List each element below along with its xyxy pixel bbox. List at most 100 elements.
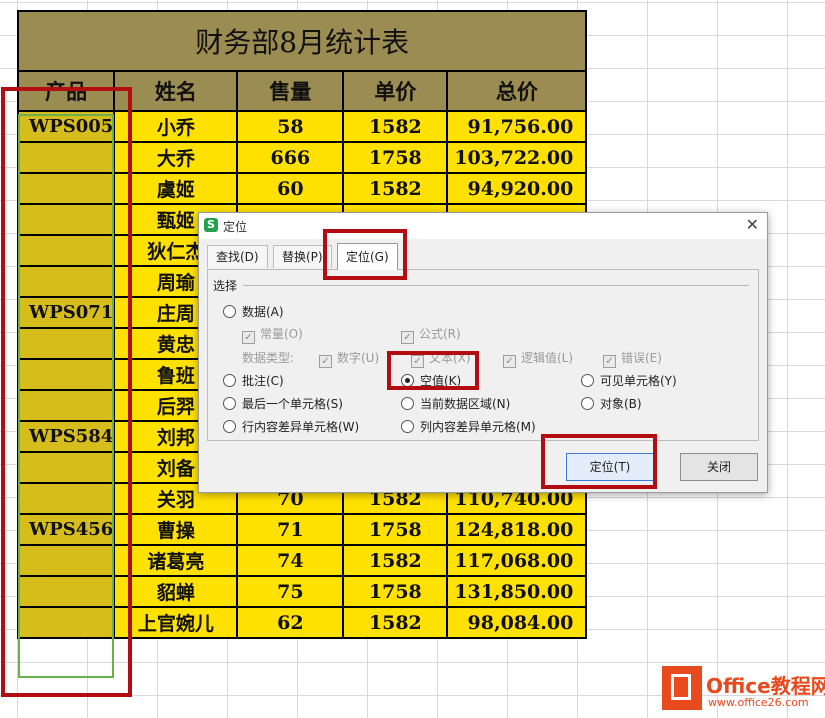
total-cell[interactable]: 91,756.00 bbox=[446, 110, 588, 143]
checkbox-icon: ✓ bbox=[503, 355, 516, 368]
tab-find[interactable]: 查找(D) bbox=[207, 245, 268, 268]
qty-cell[interactable]: 71 bbox=[236, 513, 345, 546]
price-cell[interactable]: 1758 bbox=[342, 575, 449, 608]
option-blank[interactable]: 空值(K) bbox=[401, 372, 461, 389]
price-cell[interactable]: 1582 bbox=[342, 172, 449, 205]
name-cell[interactable]: 虞姬 bbox=[113, 172, 239, 205]
total-cell[interactable]: 103,722.00 bbox=[446, 141, 588, 174]
qty-cell[interactable]: 75 bbox=[236, 575, 345, 608]
product-cell[interactable] bbox=[16, 482, 116, 515]
name-cell[interactable]: 曹操 bbox=[113, 513, 239, 546]
radio-icon bbox=[223, 397, 236, 410]
total-cell[interactable]: 131,850.00 bbox=[446, 575, 588, 608]
product-cell[interactable] bbox=[16, 141, 116, 174]
option-objects[interactable]: 对象(B) bbox=[581, 395, 642, 412]
option-logical[interactable]: ✓ 逻辑值(L) bbox=[503, 349, 573, 368]
radio-icon bbox=[401, 420, 414, 433]
wps-app-icon: S bbox=[204, 218, 218, 232]
option-error[interactable]: ✓ 错误(E) bbox=[603, 349, 662, 368]
option-formula[interactable]: ✓ 公式(R) bbox=[401, 325, 461, 344]
office-logo-icon bbox=[662, 666, 702, 710]
radio-icon bbox=[223, 305, 236, 318]
total-cell[interactable]: 124,818.00 bbox=[446, 513, 588, 546]
product-cell[interactable] bbox=[16, 606, 116, 639]
group-label: 选择 bbox=[213, 279, 238, 293]
radio-icon bbox=[581, 374, 594, 387]
name-cell[interactable]: 大乔 bbox=[113, 141, 239, 174]
option-text[interactable]: ✓ 文本(X) bbox=[411, 349, 471, 368]
product-cell[interactable] bbox=[16, 358, 116, 391]
dialog-title: 定位 bbox=[223, 220, 248, 234]
table-row: WPS456 曹操 71 1758 124,818.00 bbox=[16, 513, 588, 546]
name-cell[interactable]: 上官婉儿 bbox=[113, 606, 239, 639]
logo-name: Office教程网 bbox=[706, 674, 825, 698]
header-qty[interactable]: 售量 bbox=[236, 70, 345, 112]
data-type-label: 数据类型: bbox=[242, 351, 295, 365]
dialog-titlebar: S 定位 ✕ bbox=[199, 213, 767, 239]
price-cell[interactable]: 1582 bbox=[342, 544, 449, 577]
product-cell[interactable] bbox=[16, 389, 116, 422]
tab-goto[interactable]: 定位(G) bbox=[337, 243, 398, 270]
qty-cell[interactable]: 666 bbox=[236, 141, 345, 174]
total-cell[interactable]: 94,920.00 bbox=[446, 172, 588, 205]
option-last-cell[interactable]: 最后一个单元格(S) bbox=[223, 395, 343, 412]
checkbox-icon: ✓ bbox=[319, 355, 332, 368]
option-number[interactable]: ✓ 数字(U) bbox=[319, 349, 379, 368]
table-row: 大乔 666 1758 103,722.00 bbox=[16, 141, 588, 174]
option-data[interactable]: 数据(A) bbox=[223, 303, 284, 320]
tab-replace[interactable]: 替换(P) bbox=[273, 245, 332, 268]
product-cell[interactable] bbox=[16, 575, 116, 608]
total-cell[interactable]: 117,068.00 bbox=[446, 544, 588, 577]
goto-button[interactable]: 定位(T) bbox=[566, 453, 654, 481]
radio-icon bbox=[581, 397, 594, 410]
checkbox-icon: ✓ bbox=[411, 355, 424, 368]
price-cell[interactable]: 1758 bbox=[342, 513, 449, 546]
product-cell[interactable] bbox=[16, 203, 116, 236]
price-cell[interactable]: 1582 bbox=[342, 606, 449, 639]
radio-selected-icon bbox=[401, 374, 414, 387]
product-cell[interactable]: WPS071 bbox=[16, 296, 116, 329]
name-cell[interactable]: 诸葛亮 bbox=[113, 544, 239, 577]
product-cell[interactable]: WPS456 bbox=[16, 513, 116, 546]
product-cell[interactable]: WPS584 bbox=[16, 420, 116, 453]
price-cell[interactable]: 1758 bbox=[342, 141, 449, 174]
option-comment[interactable]: 批注(C) bbox=[223, 372, 284, 389]
radio-icon bbox=[223, 420, 236, 433]
radio-icon bbox=[223, 374, 236, 387]
table-row: 上官婉儿 62 1582 98,084.00 bbox=[16, 606, 588, 639]
sheet-title[interactable]: 财务部8月统计表 bbox=[16, 10, 588, 72]
header-price[interactable]: 单价 bbox=[342, 70, 449, 112]
table-row: WPS005 小乔 58 1582 91,756.00 bbox=[16, 110, 588, 143]
header-name[interactable]: 姓名 bbox=[113, 70, 239, 112]
product-cell[interactable] bbox=[16, 327, 116, 360]
product-cell[interactable]: WPS005 bbox=[16, 110, 116, 143]
table-row: 虞姬 60 1582 94,920.00 bbox=[16, 172, 588, 205]
goto-dialog: S 定位 ✕ 查找(D) 替换(P) 定位(G) 选择 数据(A) ✓ 常量(O)… bbox=[198, 212, 768, 493]
office26-logo: Office教程网 www.office26.com bbox=[662, 666, 825, 712]
header-total[interactable]: 总价 bbox=[446, 70, 588, 112]
name-cell[interactable]: 貂蝉 bbox=[113, 575, 239, 608]
qty-cell[interactable]: 60 bbox=[236, 172, 345, 205]
option-current-region[interactable]: 当前数据区域(N) bbox=[401, 395, 510, 412]
option-visible-cells[interactable]: 可见单元格(Y) bbox=[581, 372, 677, 389]
product-cell[interactable] bbox=[16, 544, 116, 577]
close-icon[interactable]: ✕ bbox=[746, 215, 759, 234]
header-product[interactable]: 产品 bbox=[16, 70, 116, 112]
checkbox-icon: ✓ bbox=[242, 331, 255, 344]
total-cell[interactable]: 98,084.00 bbox=[446, 606, 588, 639]
option-col-diff[interactable]: 列内容差异单元格(M) bbox=[401, 418, 536, 435]
option-row-diff[interactable]: 行内容差异单元格(W) bbox=[223, 418, 359, 435]
qty-cell[interactable]: 58 bbox=[236, 110, 345, 143]
name-cell[interactable]: 小乔 bbox=[113, 110, 239, 143]
radio-icon bbox=[401, 397, 414, 410]
qty-cell[interactable]: 74 bbox=[236, 544, 345, 577]
close-button[interactable]: 关闭 bbox=[680, 453, 758, 481]
qty-cell[interactable]: 62 bbox=[236, 606, 345, 639]
product-cell[interactable] bbox=[16, 172, 116, 205]
price-cell[interactable]: 1582 bbox=[342, 110, 449, 143]
product-cell[interactable] bbox=[16, 234, 116, 267]
product-cell[interactable] bbox=[16, 451, 116, 484]
option-constant[interactable]: ✓ 常量(O) bbox=[242, 325, 303, 344]
group-divider bbox=[243, 285, 749, 286]
product-cell[interactable] bbox=[16, 265, 116, 298]
